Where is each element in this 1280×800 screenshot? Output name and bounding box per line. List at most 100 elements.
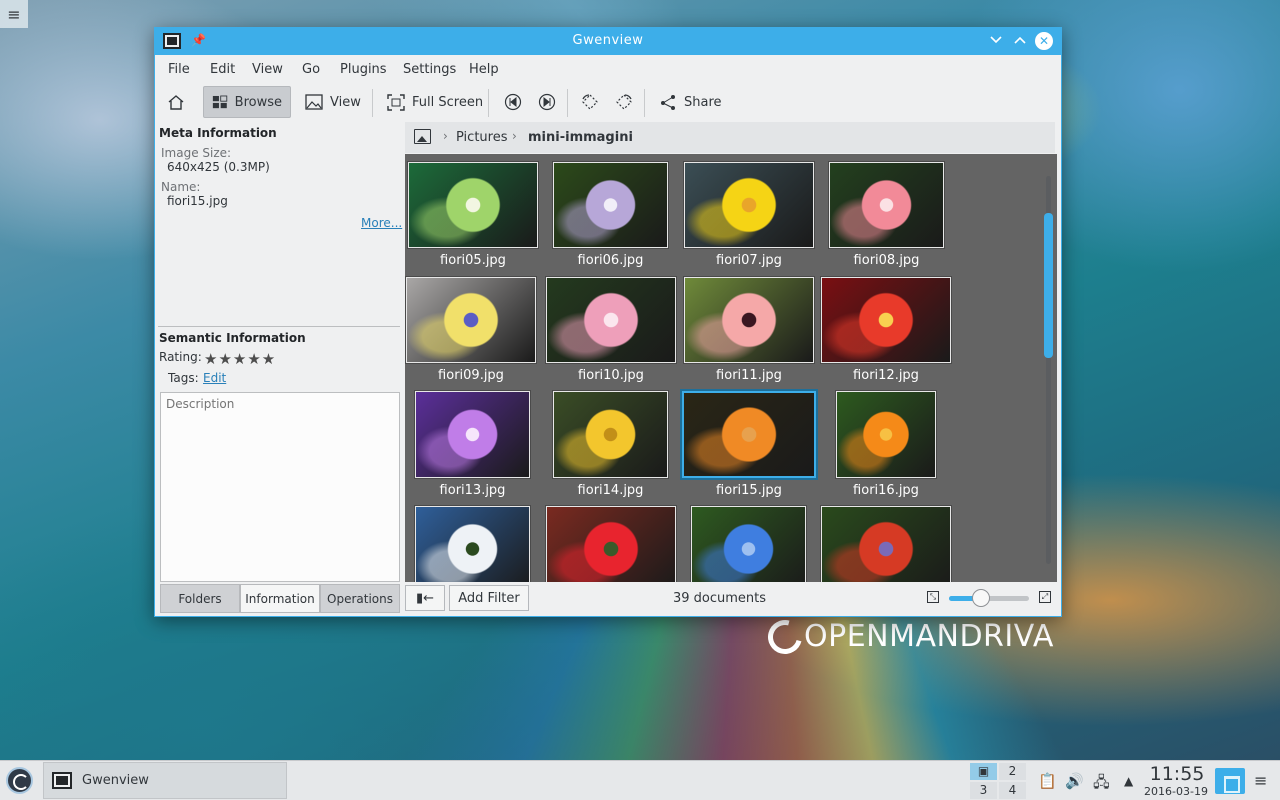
thumbnail-caption: fiori12.jpg — [853, 368, 919, 383]
clock-date[interactable]: 2016-03-19 — [1140, 785, 1212, 798]
browse-button[interactable]: Browse — [203, 86, 291, 118]
name-value: fiori15.jpg — [167, 194, 228, 208]
thumbnail-image[interactable] — [415, 506, 530, 582]
image-icon — [305, 93, 323, 110]
thumbnail-image[interactable] — [546, 277, 676, 363]
thumbnail-item[interactable]: fiori10.jpg — [546, 277, 676, 387]
rotate-left-button[interactable] — [572, 86, 608, 118]
thumbnail-image[interactable] — [408, 162, 538, 248]
thumbnail-image[interactable] — [821, 277, 951, 363]
rating-stars-icon[interactable]: ★★★★★ — [204, 350, 276, 368]
menu-file[interactable]: File — [168, 62, 190, 77]
thumbnail-item[interactable]: fiori15.jpg — [682, 391, 816, 502]
menu-plugins[interactable]: Plugins — [340, 62, 387, 77]
thumbnail-image[interactable] — [546, 506, 676, 582]
thumbnail-item[interactable]: fiori07.jpg — [684, 162, 814, 272]
description-field[interactable] — [160, 392, 400, 582]
thumbnail-item[interactable] — [691, 506, 806, 582]
breadcrumb-current-folder[interactable]: mini-immagini — [528, 130, 633, 145]
pager-desktop-1[interactable]: ▣ — [970, 763, 997, 780]
application-launcher-icon[interactable] — [6, 767, 33, 794]
thumbnail-item[interactable]: fiori13.jpg — [415, 391, 530, 502]
image-folder-icon[interactable] — [414, 129, 431, 144]
more-link[interactable]: More... — [361, 216, 402, 230]
meta-information-heading: Meta Information — [159, 126, 277, 140]
minimize-button[interactable] — [987, 32, 1005, 50]
thumbnail-image[interactable] — [684, 162, 814, 248]
thumbnail-image[interactable] — [415, 391, 530, 478]
thumbnail-item[interactable]: fiori14.jpg — [553, 391, 668, 502]
tray-expand-icon[interactable]: ▲ — [1124, 774, 1133, 788]
vertical-scrollbar[interactable] — [1043, 158, 1053, 564]
menu-go[interactable]: Go — [302, 62, 320, 77]
status-bar: ▮← Add Filter 39 documents ⤡ ⤢ — [403, 583, 1061, 613]
network-icon[interactable]: 🖧 — [1093, 772, 1110, 797]
scrollbar-handle[interactable] — [1044, 213, 1053, 358]
clock-time[interactable]: 11:55 — [1146, 763, 1208, 785]
close-button[interactable]: ✕ — [1035, 32, 1053, 50]
title-bar[interactable]: 📌 Gwenview ✕ — [155, 28, 1061, 55]
thumbnail-image[interactable] — [821, 506, 951, 582]
chevron-right-icon: › — [443, 129, 448, 143]
rating-label: Rating: — [159, 350, 202, 364]
zoom-slider-handle[interactable] — [972, 589, 990, 607]
thumbnail-item[interactable]: fiori05.jpg — [408, 162, 538, 272]
toolbar-separator — [644, 89, 645, 117]
next-button[interactable] — [530, 86, 564, 118]
full-screen-button[interactable]: Full Screen — [379, 86, 491, 118]
task-label: Gwenview — [82, 773, 149, 788]
thumbnail-view[interactable]: fiori05.jpg fiori06.jpg fiori07.jpg fiori08… — [405, 154, 1057, 582]
clipboard-icon[interactable]: 📋 — [1038, 772, 1057, 790]
pager-desktop-4[interactable]: 4 — [999, 782, 1026, 799]
volume-icon[interactable]: 🔊 — [1065, 772, 1084, 790]
thumbnail-item[interactable]: fiori16.jpg — [836, 391, 936, 502]
thumbnail-item[interactable]: fiori08.jpg — [829, 162, 944, 272]
rotate-right-button[interactable] — [606, 86, 642, 118]
maximize-button[interactable] — [1011, 32, 1029, 50]
thumbnail-image[interactable] — [406, 277, 536, 363]
thumbnail-caption: fiori11.jpg — [716, 368, 782, 383]
thumbnail-item[interactable] — [415, 506, 530, 582]
thumbnail-image[interactable] — [691, 506, 806, 582]
thumbnail-item[interactable]: fiori06.jpg — [553, 162, 668, 272]
tab-operations[interactable]: Operations — [320, 584, 400, 613]
thumbnail-caption: fiori15.jpg — [716, 483, 782, 498]
sidebar-divider — [158, 326, 400, 327]
thumbnail-item[interactable]: fiori09.jpg — [406, 277, 536, 387]
panel-options-icon[interactable]: ≡ — [1254, 771, 1267, 790]
thumbnail-image[interactable] — [829, 162, 944, 248]
close-icon: ✕ — [1038, 34, 1050, 48]
add-filter-button[interactable]: Add Filter — [449, 585, 529, 611]
thumbnail-item[interactable]: fiori12.jpg — [821, 277, 951, 387]
image-size-label: Image Size: — [161, 146, 232, 160]
menu-view[interactable]: View — [252, 62, 283, 77]
menu-help[interactable]: Help — [469, 62, 499, 77]
share-button[interactable]: Share — [651, 86, 730, 118]
view-button[interactable]: View — [297, 86, 369, 118]
previous-button[interactable] — [496, 86, 530, 118]
thumbnail-item[interactable]: fiori11.jpg — [684, 277, 814, 387]
pager-desktop-3[interactable]: 3 — [970, 782, 997, 799]
menu-settings[interactable]: Settings — [403, 62, 456, 77]
thumbnail-image[interactable] — [684, 277, 814, 363]
zoom-out-icon[interactable]: ⤡ — [927, 591, 939, 603]
show-desktop-icon[interactable] — [1215, 768, 1245, 794]
tab-information[interactable]: Information — [240, 584, 320, 613]
thumbnail-image[interactable] — [682, 391, 816, 478]
home-button[interactable] — [159, 86, 193, 118]
desktop-toolbox-button[interactable]: ≡ — [0, 0, 28, 28]
thumbnail-image[interactable] — [553, 391, 668, 478]
tags-edit-link[interactable]: Edit — [203, 371, 226, 385]
thumbnail-item[interactable] — [546, 506, 676, 582]
zoom-in-icon[interactable]: ⤢ — [1039, 591, 1051, 603]
task-gwenview[interactable]: Gwenview — [43, 762, 287, 799]
toggle-sidebar-button[interactable]: ▮← — [405, 585, 445, 611]
tab-folders[interactable]: Folders — [160, 584, 240, 613]
thumbnail-image[interactable] — [553, 162, 668, 248]
thumbnail-caption: fiori05.jpg — [440, 253, 506, 268]
breadcrumb-pictures[interactable]: Pictures — [456, 130, 507, 145]
pager-desktop-2[interactable]: 2 — [999, 763, 1026, 780]
thumbnail-item[interactable] — [821, 506, 951, 582]
menu-edit[interactable]: Edit — [210, 62, 235, 77]
thumbnail-image[interactable] — [836, 391, 936, 478]
